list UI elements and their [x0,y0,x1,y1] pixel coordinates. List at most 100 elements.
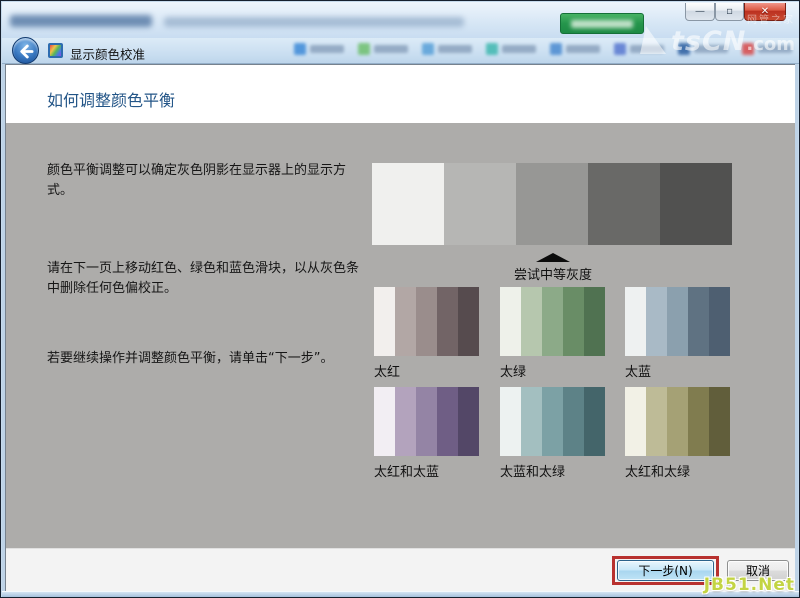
swatch-too-red: 太红 [374,287,479,380]
swatch-label: 太绿 [500,361,605,380]
toolbar-item-icon [614,43,626,55]
window-frame-right [795,64,798,591]
color-segment [521,387,542,456]
browser-titlebar: — ▫ ✕ [2,2,800,38]
toolbar-item-blurred-label [694,45,728,53]
color-segment [709,387,730,456]
instruction-paragraph-3: 若要继续操作并调整颜色平衡，请单击“下一步”。 [47,349,363,369]
instruction-paragraph-1: 颜色平衡调整可以确定灰色阴影在显示器上的显示方式。 [47,161,363,201]
color-segment [416,387,437,456]
color-segment [374,287,395,356]
toolbar-item-blurred-label [566,45,600,53]
swatch-bar [374,387,479,456]
swatch-bar [625,287,730,356]
swatch-label: 太蓝 [625,361,730,380]
green-action-button[interactable] [560,13,644,34]
color-segment [563,287,584,356]
color-segment [667,287,688,356]
maximize-button[interactable]: ▫ [715,3,744,21]
toolbar-item-blurred-label [438,45,472,53]
color-segment [584,287,605,356]
swatch-bar [500,387,605,456]
color-segment [458,387,479,456]
toolbar-item-icon [550,43,562,55]
color-segment [500,287,521,356]
toolbar-blurred-item[interactable] [550,43,600,55]
toolbar-blurred-item[interactable] [422,43,472,55]
blurred-address-text-secondary [164,17,464,27]
back-button[interactable] [12,37,39,64]
color-segment [500,387,521,456]
color-segment [709,287,730,356]
toolbar-item-blurred-label [310,45,344,53]
toolbar-item-icon [486,43,498,55]
color-segment [374,387,395,456]
toolbar-blurred-item[interactable] [614,43,664,55]
cancel-button[interactable]: 取消 [727,560,789,581]
color-segment [437,387,458,456]
color-segment [563,387,584,456]
color-segment [521,287,542,356]
toolbar-item-blurred-label [630,45,664,53]
window-controls: — ▫ ✕ [685,3,786,21]
wizard-footer: 下一步(N) 取消 [6,548,796,592]
swatch-label: 太红和太蓝 [374,461,479,480]
swatch-label: 太红 [374,361,479,380]
blurred-address-text [10,15,152,27]
color-segment [625,287,646,356]
color-segment [516,163,588,245]
toolbar-item-blurred-label [374,45,408,53]
swatch-too-blue-and-green: 太蓝和太绿 [500,387,605,480]
toolbar-blurred-item[interactable] [358,43,408,55]
color-segment [542,387,563,456]
medium-gray-pointer-icon [536,253,570,262]
toolbar-item-icon [422,43,434,55]
swatch-label: 太红和太绿 [625,461,730,480]
wizard-content: 如何调整颜色平衡 颜色平衡调整可以确定灰色阴影在显示器上的显示方式。 请在下一页… [5,64,797,591]
grayscale-sample-bar [372,163,732,245]
toolbar-item-blurred-label [502,45,536,53]
green-button-blurred-label [571,20,633,28]
color-segment [416,287,437,356]
color-segment [584,387,605,456]
display-calibration-icon [48,43,63,58]
window-frame-bottom [2,591,800,598]
color-segment [444,163,516,245]
color-segment [688,287,709,356]
wizard-body: 颜色平衡调整可以确定灰色阴影在显示器上的显示方式。 请在下一页上移动红色、绿色和… [6,123,796,548]
color-segment [458,287,479,356]
swatch-too-red-and-blue: 太红和太蓝 [374,387,479,480]
toolbar-item-icon [358,43,370,55]
toolbar-blurred-item[interactable] [486,43,536,55]
swatch-label: 太蓝和太绿 [500,461,605,480]
toolbar-item-blurred-label [758,45,792,53]
swatch-too-blue: 太蓝 [625,287,730,380]
toolbar-blurred-item[interactable] [678,43,728,55]
color-segment [667,387,688,456]
color-segment [688,387,709,456]
color-segment [542,287,563,356]
color-segment [660,163,732,245]
next-button[interactable]: 下一步(N) [617,560,714,581]
minimize-button[interactable]: — [685,3,715,21]
color-segment [646,387,667,456]
close-button[interactable]: ✕ [744,3,786,21]
swatch-bar [625,387,730,456]
color-segment [625,387,646,456]
wizard-toolbar: 显示颜色校准 [2,38,800,64]
window-frame-left [2,64,5,591]
blurred-toolbar-items [294,43,792,55]
medium-gray-pointer-label: 尝试中等灰度 [433,264,673,283]
swatch-bar [500,287,605,356]
color-segment [372,163,444,245]
back-arrow-icon [17,42,36,61]
color-segment [588,163,660,245]
toolbar-blurred-item[interactable] [294,43,344,55]
swatch-too-green: 太绿 [500,287,605,380]
toolbar-item-icon [678,43,690,55]
color-segment [395,387,416,456]
toolbar-item-icon [294,43,306,55]
app-title: 显示颜色校准 [70,44,145,63]
toolbar-blurred-item[interactable] [742,43,792,55]
instruction-paragraph-2: 请在下一页上移动红色、绿色和蓝色滑块，以从灰色条中删除任何色偏校正。 [47,259,363,299]
